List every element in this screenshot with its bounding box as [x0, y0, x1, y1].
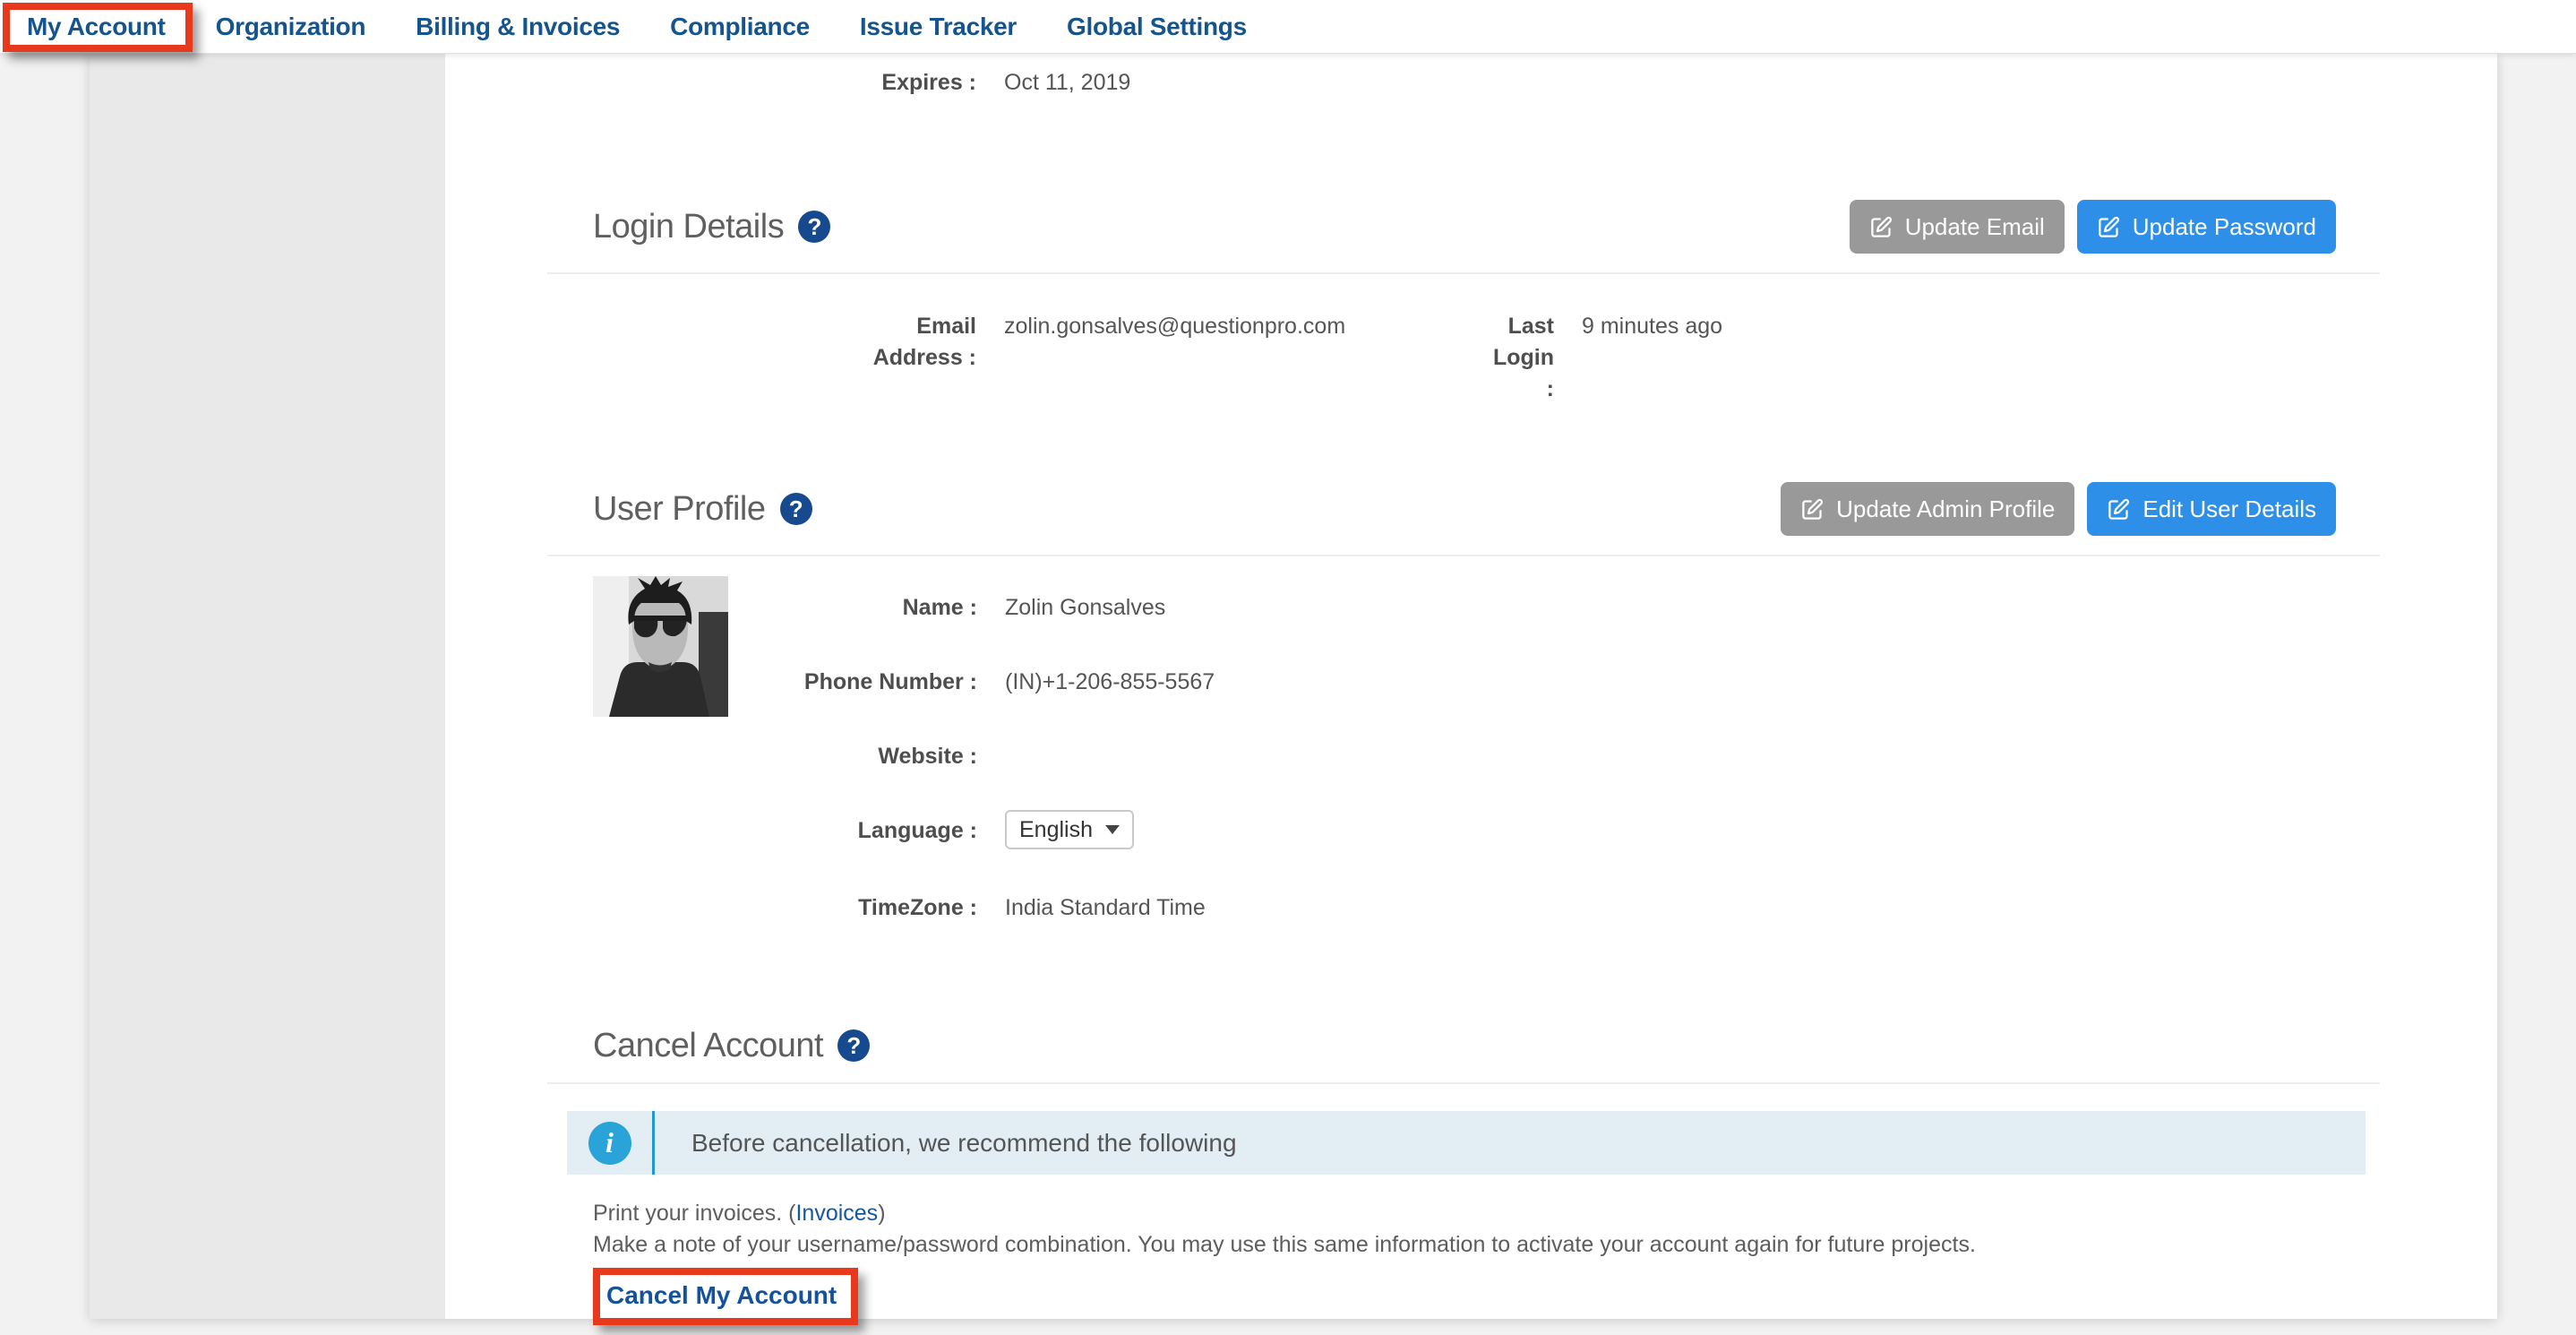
name-label: Name :	[728, 592, 977, 624]
edit-user-details-button[interactable]: Edit User Details	[2087, 482, 2336, 536]
update-password-button[interactable]: Update Password	[2077, 200, 2336, 254]
edit-icon	[2107, 497, 2131, 521]
expires-row: Expires : Oct 11, 2019	[593, 67, 2336, 99]
nav-tab-label: Global Settings	[1067, 13, 1247, 41]
caret-down-icon	[1105, 825, 1120, 834]
settings-side-panel	[90, 54, 445, 1319]
language-value-cell: English	[1005, 815, 1134, 849]
phone-row: Phone Number : (IN)+1-206-855-5567	[728, 667, 2336, 698]
website-label: Website :	[728, 741, 977, 772]
section-divider	[547, 555, 2380, 556]
nav-tab-label: Compliance	[670, 13, 810, 41]
nav-tab-organization[interactable]: Organization	[216, 0, 366, 53]
help-icon[interactable]: ?	[798, 211, 830, 243]
cancel-account-header: Cancel Account ?	[593, 1024, 2336, 1067]
email-field-row: Email Address : zolin.gonsalves@question…	[593, 311, 1489, 405]
info-icon: i	[588, 1122, 631, 1165]
login-details-title: Login Details ?	[593, 208, 830, 246]
nav-tab-label: My Account	[27, 13, 166, 41]
user-profile-block: Name : Zolin Gonsalves Phone Number : (I…	[593, 576, 2336, 924]
print-invoices-line: Print your invoices. (Invoices)	[593, 1198, 2336, 1229]
name-row: Name : Zolin Gonsalves	[728, 592, 2336, 624]
phone-value: (IN)+1-206-855-5567	[1005, 667, 1215, 698]
edit-icon	[1869, 215, 1893, 239]
username-note-line: Make a note of your username/password co…	[593, 1229, 2336, 1261]
name-value: Zolin Gonsalves	[1005, 592, 1165, 624]
expires-label: Expires :	[593, 67, 976, 99]
nav-tab-label: Billing & Invoices	[416, 13, 620, 41]
nav-tab-issue-tracker[interactable]: Issue Tracker	[860, 0, 1017, 53]
help-icon[interactable]: ?	[837, 1029, 870, 1062]
timezone-label: TimeZone :	[728, 892, 977, 924]
phone-label: Phone Number :	[728, 667, 977, 698]
section-divider	[547, 1082, 2380, 1084]
cancel-my-account-link[interactable]: Cancel My Account	[600, 1275, 851, 1318]
nav-tab-compliance[interactable]: Compliance	[670, 0, 810, 53]
timezone-value: India Standard Time	[1005, 892, 1206, 924]
info-banner-text: Before cancellation, we recommend the fo…	[655, 1111, 1237, 1175]
last-login-row: Last Login : 9 minutes ago	[1489, 311, 1722, 405]
update-admin-profile-label: Update Admin Profile	[1836, 495, 2055, 523]
edit-user-details-label: Edit User Details	[2142, 495, 2316, 523]
email-address-label: Email Address :	[593, 311, 976, 374]
cancel-account-title: Cancel Account ?	[593, 1027, 870, 1065]
cancel-info-banner: i Before cancellation, we recommend the …	[567, 1111, 2366, 1175]
language-row: Language : English	[728, 815, 2336, 849]
user-profile-actions: Update Admin Profile Edit User Details	[1781, 482, 2336, 536]
expires-value: Oct 11, 2019	[1004, 67, 1130, 99]
nav-tab-global-settings[interactable]: Global Settings	[1067, 0, 1247, 53]
top-nav-bar: My Account Organization Billing & Invoic…	[0, 0, 2576, 54]
my-account-panel: Expires : Oct 11, 2019 Login Details ? U…	[445, 54, 2497, 1319]
edit-icon	[2097, 215, 2121, 239]
cancel-account-title-text: Cancel Account	[593, 1027, 823, 1065]
nav-tab-label: Issue Tracker	[860, 13, 1017, 41]
website-row: Website :	[728, 741, 2336, 772]
invoices-link[interactable]: Invoices	[795, 1201, 878, 1226]
nav-tab-billing-invoices[interactable]: Billing & Invoices	[416, 0, 620, 53]
login-details-fields: Email Address : zolin.gonsalves@question…	[593, 311, 2336, 405]
login-details-header: Login Details ? Update Email Update Pass…	[593, 200, 2336, 254]
update-email-button[interactable]: Update Email	[1850, 200, 2065, 254]
last-login-label: Last Login :	[1489, 311, 1554, 405]
info-icon-cell: i	[567, 1111, 652, 1175]
email-address-value: zolin.gonsalves@questionpro.com	[1004, 311, 1345, 342]
user-profile-title: User Profile ?	[593, 490, 812, 529]
nav-tab-my-account[interactable]: My Account	[27, 0, 166, 53]
login-details-actions: Update Email Update Password	[1850, 200, 2336, 254]
update-email-label: Update Email	[1905, 213, 2045, 241]
edit-icon	[1800, 497, 1825, 521]
nav-tab-label: Organization	[216, 13, 366, 41]
update-password-label: Update Password	[2133, 213, 2316, 241]
profile-photo	[593, 576, 728, 717]
language-selected-value: English	[1019, 817, 1093, 843]
timezone-row: TimeZone : India Standard Time	[728, 892, 2336, 924]
help-icon[interactable]: ?	[780, 493, 812, 525]
language-label: Language :	[728, 815, 977, 849]
last-login-value: 9 minutes ago	[1582, 311, 1722, 342]
user-profile-title-text: User Profile	[593, 490, 766, 529]
settings-card: Expires : Oct 11, 2019 Login Details ? U…	[90, 54, 2497, 1319]
print-invoices-text-close: )	[878, 1201, 885, 1226]
annotation-box-cancel: Cancel My Account	[593, 1268, 858, 1325]
user-profile-fields: Name : Zolin Gonsalves Phone Number : (I…	[728, 576, 2336, 924]
print-invoices-text: Print your invoices. (	[593, 1201, 795, 1226]
section-divider	[547, 272, 2380, 274]
cancel-recommendations: Print your invoices. (Invoices) Make a n…	[593, 1198, 2336, 1261]
language-dropdown[interactable]: English	[1005, 810, 1134, 849]
user-profile-header: User Profile ? Update Admin Profile Edit…	[593, 482, 2336, 536]
login-details-title-text: Login Details	[593, 208, 784, 246]
update-admin-profile-button[interactable]: Update Admin Profile	[1781, 482, 2074, 536]
